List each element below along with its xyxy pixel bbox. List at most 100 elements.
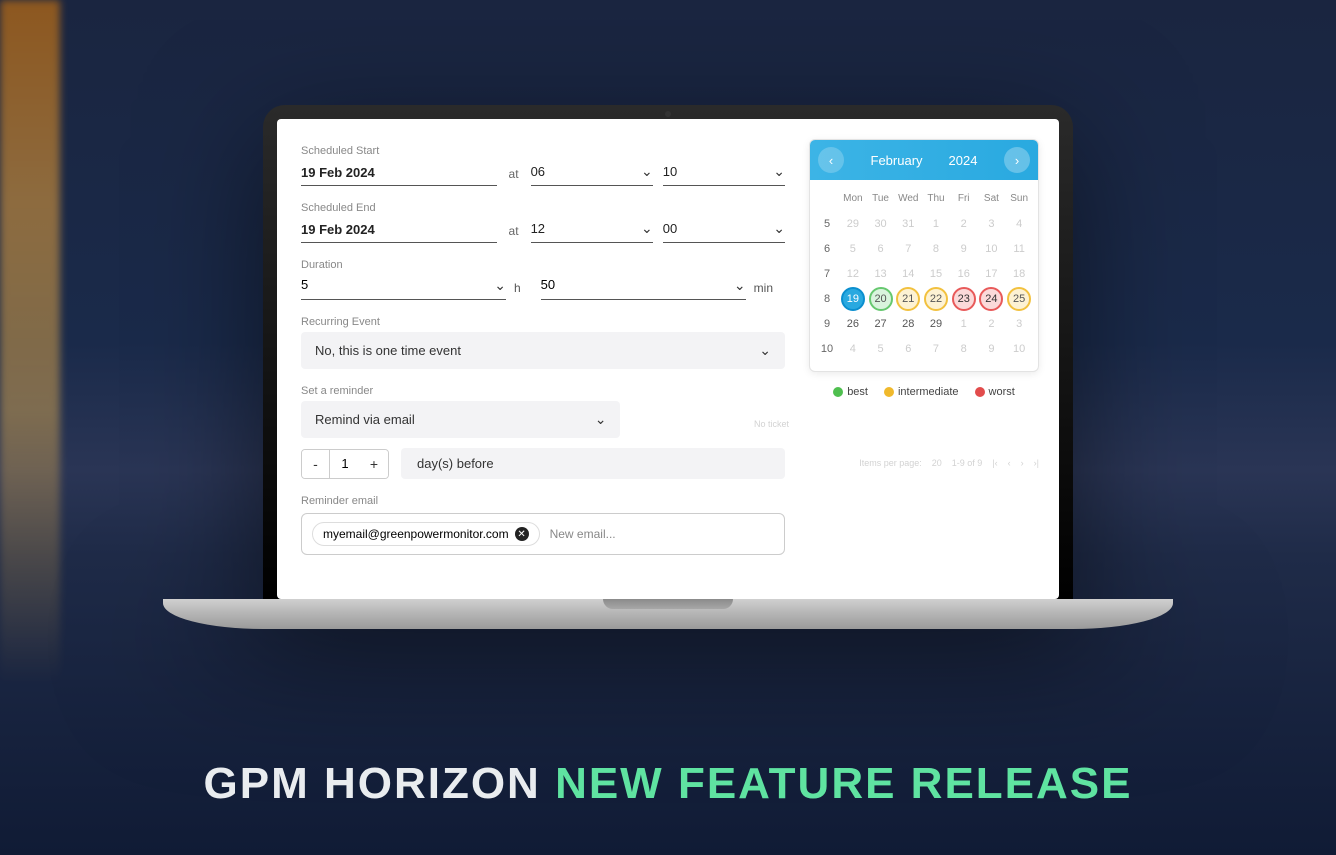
chevron-down-icon: ⌄ bbox=[759, 342, 771, 359]
calendar-day[interactable]: 3 bbox=[979, 212, 1003, 236]
calendar-day[interactable]: 7 bbox=[924, 337, 948, 361]
calendar-day[interactable]: 7 bbox=[896, 237, 920, 261]
scheduled-end-label: Scheduled End bbox=[301, 202, 785, 214]
schedule-form: Scheduled Start 19 Feb 2024 at 06⌄ bbox=[277, 119, 809, 599]
chevron-down-icon: ⌄ bbox=[641, 220, 653, 237]
calendar-day[interactable]: 25 bbox=[1007, 287, 1031, 311]
mins-unit: min bbox=[754, 281, 773, 295]
calendar-day[interactable]: 8 bbox=[952, 337, 976, 361]
calendar-day[interactable]: 13 bbox=[869, 262, 893, 286]
scheduled-end-date[interactable]: 19 Feb 2024 bbox=[301, 219, 497, 243]
end-min-select[interactable]: 00⌄ bbox=[663, 218, 785, 243]
reminder-email-label: Reminder email bbox=[301, 495, 785, 507]
calendar-day[interactable]: 3 bbox=[1007, 312, 1031, 336]
chevron-down-icon: ⌄ bbox=[773, 220, 785, 237]
calendar-day[interactable]: 9 bbox=[952, 237, 976, 261]
days-before-label: day(s) before bbox=[401, 448, 785, 479]
stepper-minus-button[interactable]: - bbox=[302, 450, 330, 478]
calendar-day[interactable]: 27 bbox=[869, 312, 893, 336]
calendar-day[interactable]: 30 bbox=[869, 212, 893, 236]
laptop-mockup: Scheduled Start 19 Feb 2024 at 06⌄ bbox=[163, 105, 1173, 629]
stepper-value: 1 bbox=[330, 450, 360, 478]
scheduled-start-label: Scheduled Start bbox=[301, 145, 785, 157]
calendar-day[interactable]: 29 bbox=[924, 312, 948, 336]
calendar-legend: best intermediate worst bbox=[809, 386, 1039, 398]
calendar-day[interactable]: 19 bbox=[841, 287, 865, 311]
stepper-plus-button[interactable]: + bbox=[360, 450, 388, 478]
week-number: 7 bbox=[816, 268, 838, 280]
reminder-select[interactable]: Remind via email⌄ bbox=[301, 401, 620, 438]
duration-mins-select[interactable]: 50⌄ bbox=[541, 275, 746, 300]
calendar-day[interactable]: 4 bbox=[841, 337, 865, 361]
duration-label: Duration bbox=[301, 259, 785, 271]
calendar-day[interactable]: 18 bbox=[1007, 262, 1031, 286]
calendar-day[interactable]: 26 bbox=[841, 312, 865, 336]
week-number: 6 bbox=[816, 243, 838, 255]
calendar-day[interactable]: 6 bbox=[869, 237, 893, 261]
week-number: 9 bbox=[816, 318, 838, 330]
calendar-day[interactable]: 9 bbox=[979, 337, 1003, 361]
calendar-day[interactable]: 10 bbox=[979, 237, 1003, 261]
calendar-day[interactable]: 31 bbox=[896, 212, 920, 236]
at-label: at bbox=[509, 167, 519, 181]
pager-prev-icon[interactable]: ‹ bbox=[1008, 458, 1011, 468]
dow-header: Sun bbox=[1006, 193, 1032, 204]
calendar-day[interactable]: 20 bbox=[869, 287, 893, 311]
legend-dot-intermediate-icon bbox=[884, 387, 894, 397]
calendar-day[interactable]: 8 bbox=[924, 237, 948, 261]
dow-header: Tue bbox=[868, 193, 894, 204]
pager-next-icon[interactable]: › bbox=[1021, 458, 1024, 468]
chevron-down-icon: ⌄ bbox=[595, 411, 607, 428]
pager-first-icon[interactable]: |‹ bbox=[992, 458, 997, 468]
calendar-day[interactable]: 10 bbox=[1007, 337, 1031, 361]
calendar-day[interactable]: 22 bbox=[924, 287, 948, 311]
chevron-down-icon: ⌄ bbox=[734, 277, 746, 294]
legend-dot-worst-icon bbox=[975, 387, 985, 397]
calendar-day[interactable]: 1 bbox=[924, 212, 948, 236]
dow-header: Fri bbox=[951, 193, 977, 204]
reminder-label: Set a reminder bbox=[301, 385, 785, 397]
remove-email-icon[interactable]: ✕ bbox=[515, 527, 529, 541]
calendar-day[interactable]: 5 bbox=[841, 237, 865, 261]
calendar-day[interactable]: 6 bbox=[896, 337, 920, 361]
legend-dot-best-icon bbox=[833, 387, 843, 397]
calendar-day[interactable]: 4 bbox=[1007, 212, 1031, 236]
new-email-placeholder[interactable]: New email... bbox=[550, 527, 616, 541]
recurring-select[interactable]: No, this is one time event⌄ bbox=[301, 332, 785, 369]
email-chip: myemail@greenpowermonitor.com ✕ bbox=[312, 522, 540, 546]
scheduled-start-date[interactable]: 19 Feb 2024 bbox=[301, 162, 497, 186]
calendar-day[interactable]: 11 bbox=[1007, 237, 1031, 261]
calendar-day[interactable]: 2 bbox=[952, 212, 976, 236]
chevron-down-icon: ⌄ bbox=[641, 163, 653, 180]
week-number: 8 bbox=[816, 293, 838, 305]
chevron-down-icon: ⌄ bbox=[773, 163, 785, 180]
calendar-day[interactable]: 21 bbox=[896, 287, 920, 311]
calendar-month[interactable]: February bbox=[871, 153, 923, 168]
calendar-day[interactable]: 14 bbox=[896, 262, 920, 286]
duration-hours-select[interactable]: 5⌄ bbox=[301, 275, 506, 300]
calendar-day[interactable]: 24 bbox=[979, 287, 1003, 311]
week-number: 10 bbox=[816, 343, 838, 355]
calendar-day[interactable]: 1 bbox=[952, 312, 976, 336]
calendar-prev-button[interactable]: ‹ bbox=[818, 147, 844, 173]
calendar-day[interactable]: 15 bbox=[924, 262, 948, 286]
calendar-year[interactable]: 2024 bbox=[949, 153, 978, 168]
at-label: at bbox=[509, 224, 519, 238]
calendar-day[interactable]: 28 bbox=[896, 312, 920, 336]
dow-header: Sat bbox=[979, 193, 1005, 204]
pager-last-icon[interactable]: ›| bbox=[1034, 458, 1039, 468]
start-min-select[interactable]: 10⌄ bbox=[663, 161, 785, 186]
reminder-email-input[interactable]: myemail@greenpowermonitor.com ✕ New emai… bbox=[301, 513, 785, 555]
calendar-day[interactable]: 29 bbox=[841, 212, 865, 236]
calendar-day[interactable]: 2 bbox=[979, 312, 1003, 336]
calendar-day[interactable]: 16 bbox=[952, 262, 976, 286]
end-hour-select[interactable]: 12⌄ bbox=[531, 218, 653, 243]
calendar-day[interactable]: 12 bbox=[841, 262, 865, 286]
calendar-next-button[interactable]: › bbox=[1004, 147, 1030, 173]
calendar-day[interactable]: 23 bbox=[952, 287, 976, 311]
chevron-down-icon: ⌄ bbox=[494, 277, 506, 294]
calendar-day[interactable]: 17 bbox=[979, 262, 1003, 286]
calendar-day[interactable]: 5 bbox=[869, 337, 893, 361]
start-hour-select[interactable]: 06⌄ bbox=[531, 161, 653, 186]
dow-header: Mon bbox=[840, 193, 866, 204]
